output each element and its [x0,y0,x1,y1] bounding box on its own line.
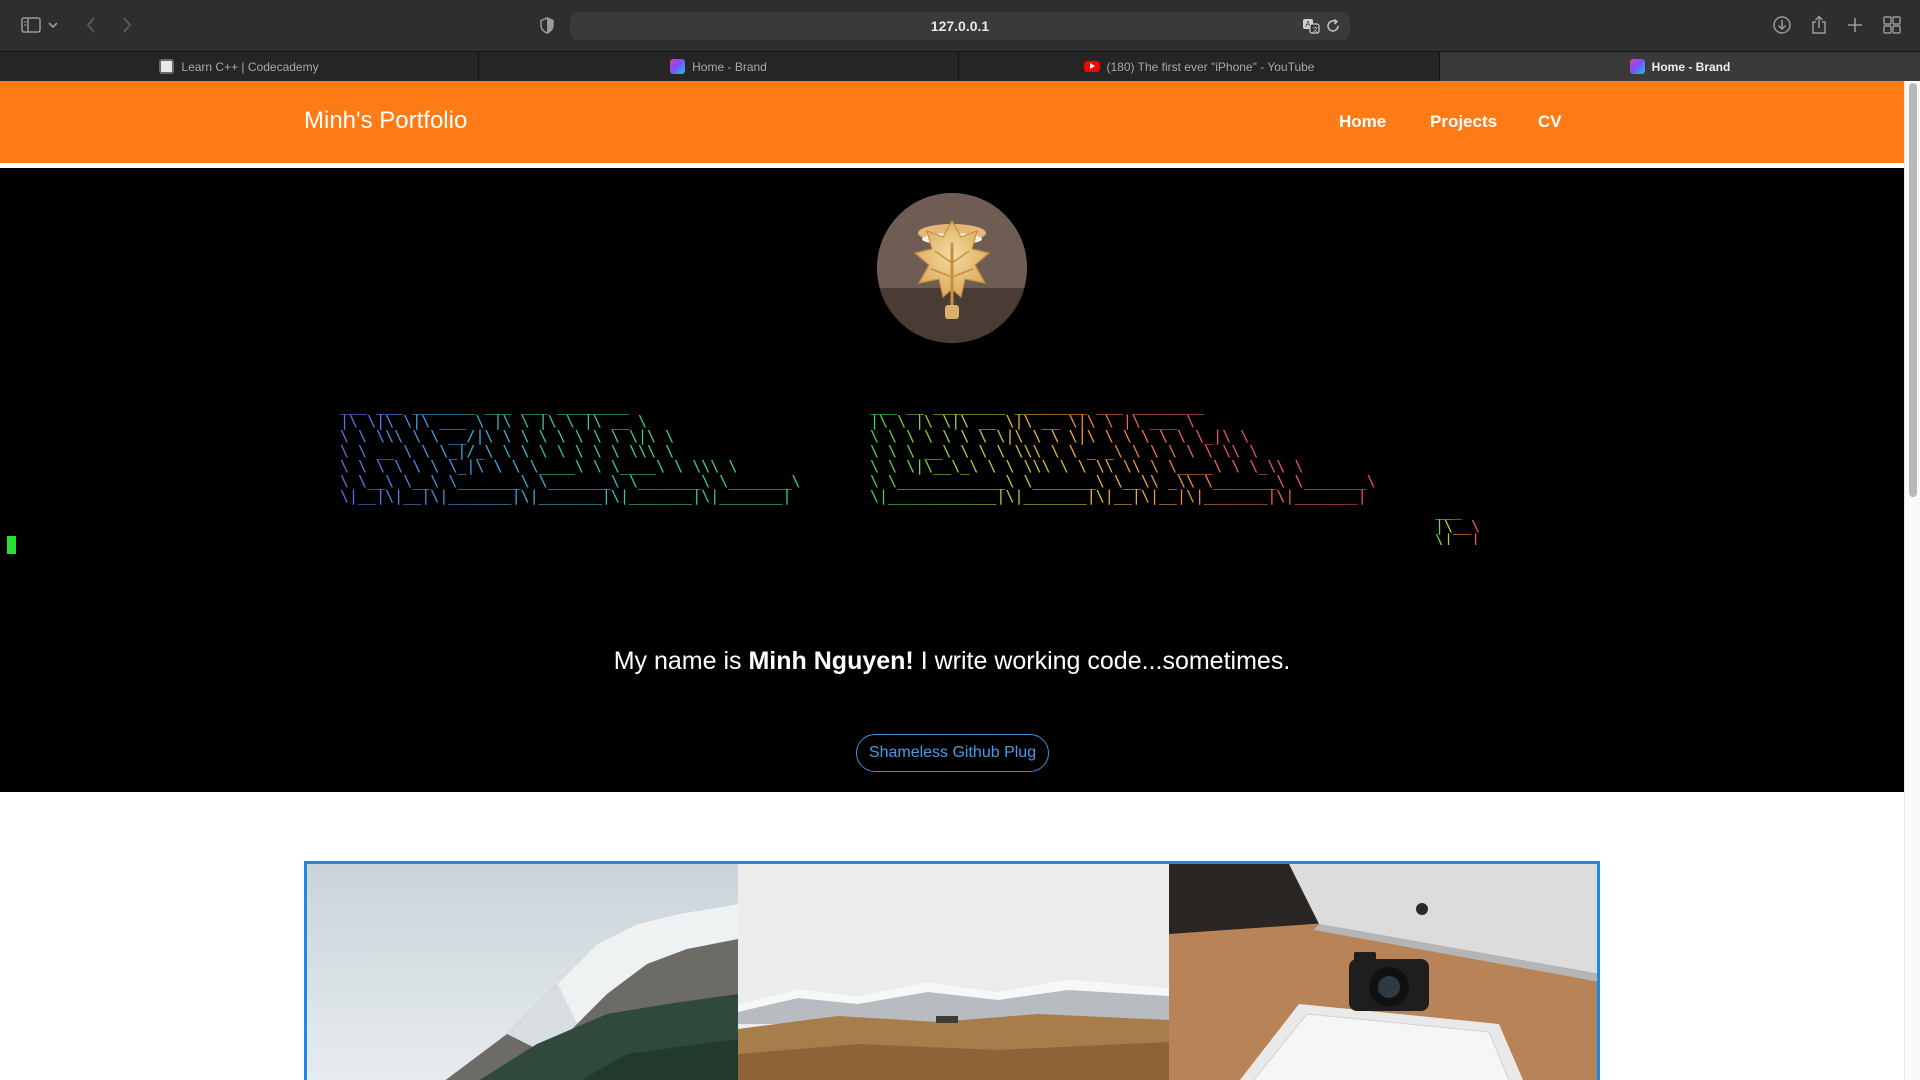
brand-icon [670,59,686,74]
nav-projects[interactable]: Projects [1430,112,1497,132]
tab-title: Home - Brand [692,59,767,74]
browser-toolbar: 127.0.0.1 A文 [0,0,1920,51]
svg-text:\|____________|\|_______|\|__|: \|____________|\|_______|\|__|\|__|\|___… [870,487,1367,505]
intro-name: Minh Nguyen! [748,647,914,675]
svg-text:\|__|\|__|\|_______|\|_______|: \|__|\|__|\|_______|\|_______|\|_______|… [340,487,792,505]
tab-title: Home - Brand [1651,59,1731,74]
brand-icon [1629,59,1645,74]
translate-icon[interactable]: A文 [1302,17,1320,35]
shield-icon[interactable] [534,12,560,38]
tab-youtube[interactable]: (180) The first ever "iPhone" - YouTube [959,52,1440,81]
address-bar[interactable]: 127.0.0.1 A文 [570,12,1350,40]
grid-icon[interactable] [1879,12,1905,38]
tab-home-brand[interactable]: Home - Brand [479,52,959,81]
forward-arrow-icon[interactable] [114,12,140,38]
terminal-cursor [7,536,16,554]
intro-prefix: My name is [613,647,749,675]
scrollbar-thumb[interactable] [1909,83,1917,497]
intro-text: My name is Minh Nguyen! I write working … [0,647,1904,676]
avatar [877,193,1027,343]
plus-icon[interactable] [1842,12,1868,38]
github-button[interactable]: Shameless Github Plug [856,734,1049,772]
download-icon[interactable] [1769,12,1795,38]
desk-camera-keyboard-photo [1169,864,1597,1080]
mountain-photo [307,864,738,1080]
chevron-down-icon[interactable] [46,12,60,38]
sidebar-icon[interactable] [18,12,44,38]
page-scrollbar[interactable] [1904,81,1920,1080]
tab-home-brand-active[interactable]: Home - Brand [1440,52,1920,81]
youtube-icon [1083,61,1100,72]
svg-text:\|__|: \|__| [1435,531,1480,545]
url-text[interactable]: 127.0.0.1 [570,18,1350,34]
image-carousel[interactable] [304,861,1600,1080]
svg-text:文: 文 [1312,25,1319,34]
tab-title: Learn C++ | Codecademy [181,59,319,74]
tab-title: (180) The first ever "iPhone" - YouTube [1106,59,1315,74]
hills-landscape-photo [738,864,1169,1080]
nav-cv[interactable]: CV [1538,112,1562,132]
reload-icon[interactable] [1324,17,1342,35]
site-navbar: Minh's Portfolio Home Projects CV [0,81,1904,163]
site-brand[interactable]: Minh's Portfolio [304,107,467,135]
share-icon[interactable] [1806,12,1832,38]
tab-bar: Learn C++ | Codecademy Home - Brand (180… [0,51,1920,81]
hero-section: ___ ___ _______ ___ ___ ________ |\ \|\ … [0,168,1904,792]
nav-home[interactable]: Home [1339,112,1386,132]
page-viewport: Minh's Portfolio Home Projects CV ___ __… [0,81,1904,1080]
ascii-art-hello-world: ___ ___ _______ ___ ___ ________ |\ \|\ … [330,395,1510,549]
back-arrow-icon[interactable] [78,12,104,38]
codecademy-icon [159,59,175,74]
intro-suffix: I write working code...sometimes. [913,647,1291,675]
tab-codecademy[interactable]: Learn C++ | Codecademy [0,52,479,81]
